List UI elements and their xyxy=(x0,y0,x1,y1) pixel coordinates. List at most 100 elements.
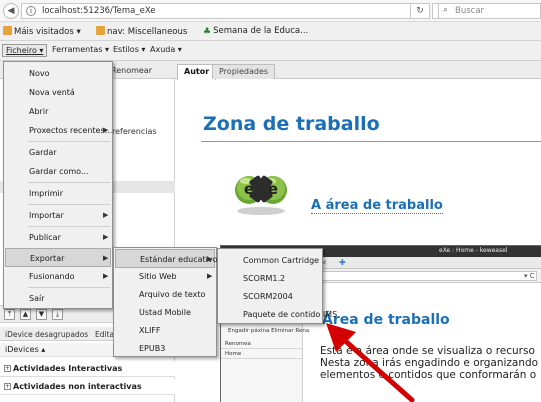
tab-edit[interactable]: Edita xyxy=(95,330,114,339)
menu-item-label: Fusionando xyxy=(29,272,75,281)
submenu-arrow-icon: ▶ xyxy=(207,255,213,263)
menu-item-label: Exportar xyxy=(30,254,65,263)
category-label: Actividades Interactivas xyxy=(13,364,123,373)
menu-item-label: Imprimir xyxy=(29,189,64,198)
expand-icon[interactable]: + xyxy=(4,383,11,390)
back-icon[interactable]: ◀ xyxy=(3,3,19,19)
idevices-header-label: iDevices ▴ xyxy=(5,345,46,354)
menu-item-label: Paquete de contido IMS xyxy=(243,310,338,319)
section-heading: A área de traballo xyxy=(311,198,443,214)
menu-item-label: Gardar como... xyxy=(29,167,89,176)
submenu-arrow-icon: ▶ xyxy=(103,233,109,241)
menu-item-print[interactable]: Imprimir xyxy=(5,184,111,203)
menu-item-website[interactable]: Sitio Web ▶ xyxy=(115,267,215,286)
menu-item-quit[interactable]: Saír xyxy=(5,289,111,308)
menu-item-epub3[interactable]: EPUB3 xyxy=(115,339,215,358)
menu-item-educational-standard[interactable]: Estándar educativo ▶ xyxy=(115,249,218,268)
page-title: Zona de traballo xyxy=(203,113,380,135)
menu-item-label: Saír xyxy=(29,294,45,303)
search-placeholder: Buscar xyxy=(455,6,485,16)
title-rule xyxy=(201,141,541,142)
browser-url-bar: ◀ i localhost:51236/Tema_eXe ↻ ⌕ Buscar xyxy=(0,0,541,22)
menu-item-label: Sitio Web xyxy=(139,272,177,281)
main-tabs: Autor Propiedades xyxy=(175,61,541,80)
expand-icon[interactable]: + xyxy=(4,365,11,372)
menu-item-ims-package[interactable]: Paquete de contido IMS xyxy=(219,305,337,324)
info-icon[interactable]: i xyxy=(26,6,36,16)
menu-item-new-window[interactable]: Nova ventá xyxy=(5,83,111,102)
screenshot-reload-icon: ▾ C xyxy=(524,272,535,280)
bookmark-most-visited[interactable]: Máis visitados ▾ xyxy=(3,26,81,37)
menu-item-merging[interactable]: Fusionando ▶ xyxy=(5,267,111,286)
submenu-arrow-icon: ▶ xyxy=(103,272,109,280)
url-field[interactable]: i localhost:51236/Tema_eXe xyxy=(21,3,417,19)
menu-item-label: Publicar xyxy=(29,233,61,242)
menu-item-xliff[interactable]: XLIFF xyxy=(115,321,215,340)
menu-separator xyxy=(28,226,110,227)
menu-file[interactable]: Ficheiro ▾ xyxy=(2,44,48,57)
outline-node[interactable]: referencias xyxy=(112,127,157,136)
menu-item-label: EPUB3 xyxy=(139,344,166,353)
menu-item-label: Ustad Mobile xyxy=(139,308,191,317)
red-arrow-icon xyxy=(326,323,415,402)
menu-item-label: Estándar educativo xyxy=(140,255,218,264)
category-interactive[interactable]: + Actividades Interactivas xyxy=(0,361,175,377)
reload-icon[interactable]: ↻ xyxy=(410,3,430,19)
standard-submenu: Common Cartridge SCORM1.2 SCORM2004 Paqu… xyxy=(217,248,337,324)
menu-item-new[interactable]: Novo xyxy=(5,64,111,83)
folder-icon xyxy=(96,26,105,35)
submenu-arrow-icon: ▶ xyxy=(103,211,109,219)
submenu-arrow-icon: ▶ xyxy=(103,126,109,134)
url-text: localhost:51236/Tema_eXe xyxy=(42,6,156,16)
bookmark-semana[interactable]: ♣ Semana de la Educa... xyxy=(203,26,308,37)
submenu-arrow-icon: ▶ xyxy=(207,272,213,280)
new-tab-icon: ✚ xyxy=(339,258,346,267)
menu-item-save[interactable]: Gardar xyxy=(5,143,111,162)
rename-tab[interactable]: Renomear xyxy=(111,66,152,75)
menu-item-publish[interactable]: Publicar ▶ xyxy=(5,228,111,247)
move-down-icon[interactable]: ▼ xyxy=(36,309,47,320)
menu-item-common-cartridge[interactable]: Common Cartridge xyxy=(219,251,321,270)
menu-item-label: Proxectos recentes... xyxy=(29,126,113,135)
menu-item-label: Nova ventá xyxy=(29,88,75,97)
category-non-interactive[interactable]: + Actividades non interactivas xyxy=(0,379,175,395)
menu-item-export[interactable]: Exportar ▶ xyxy=(5,248,111,267)
search-input[interactable]: ⌕ Buscar xyxy=(438,3,541,19)
category-label: Actividades non interactivas xyxy=(13,382,142,391)
tab-properties[interactable]: Propiedades xyxy=(212,64,276,79)
search-icon: ⌕ xyxy=(443,5,449,15)
menu-help[interactable]: Axuda ▾ xyxy=(150,45,182,54)
tab-idevices-ungrouped[interactable]: iDevice desagrupados xyxy=(5,330,88,339)
export-submenu: Estándar educativo ▶ Sitio Web ▶ Arquivo d… xyxy=(113,247,218,358)
menu-item-save-as[interactable]: Gardar como... xyxy=(5,162,111,181)
menu-item-open[interactable]: Abrir xyxy=(5,102,111,121)
menu-item-label: Abrir xyxy=(29,107,49,116)
tree-icon: ♣ xyxy=(203,27,212,37)
move-top-icon[interactable]: ⤒ xyxy=(4,309,15,320)
menu-item-label: SCORM1.2 xyxy=(243,274,286,283)
menu-item-scorm2004[interactable]: SCORM2004 xyxy=(219,287,321,306)
menu-item-label: SCORM2004 xyxy=(243,292,293,301)
exe-logo-icon: e e xyxy=(235,175,287,215)
app-menubar: Ficheiro ▾ Ferramentas ▾ Estilos ▾ Axuda… xyxy=(0,41,541,61)
menu-item-recent[interactable]: Proxectos recentes... ▶ xyxy=(5,121,113,140)
bookmarks-bar: Máis visitados ▾ nav: Miscellaneous ♣ Sem… xyxy=(0,22,541,41)
screenshot-outline-menu: Engadir páxina Eliminar Rena xyxy=(228,328,310,334)
menu-file-label: Ficheiro ▾ xyxy=(6,46,44,55)
screenshot-home-row: Home xyxy=(221,350,303,359)
menu-item-scorm12[interactable]: SCORM1.2 xyxy=(219,269,321,288)
bookmark-miscellaneous[interactable]: nav: Miscellaneous xyxy=(96,26,187,37)
menu-tools[interactable]: Ferramentas ▾ xyxy=(52,45,109,54)
menu-item-label: Novo xyxy=(29,69,50,78)
menu-item-text-file[interactable]: Arquivo de texto xyxy=(115,285,215,304)
menu-item-import[interactable]: Importar ▶ xyxy=(5,206,111,225)
tab-author[interactable]: Autor xyxy=(177,64,217,80)
move-bottom-icon[interactable]: ⤓ xyxy=(52,309,63,320)
menu-item-ustad-mobile[interactable]: Ustad Mobile xyxy=(115,303,215,322)
menu-item-label: Gardar xyxy=(29,148,57,157)
menu-styles[interactable]: Estilos ▾ xyxy=(113,45,145,54)
move-up-icon[interactable]: ▲ xyxy=(20,309,31,320)
menu-item-label: XLIFF xyxy=(139,326,161,335)
menu-separator xyxy=(28,287,110,288)
menu-separator xyxy=(28,182,110,183)
